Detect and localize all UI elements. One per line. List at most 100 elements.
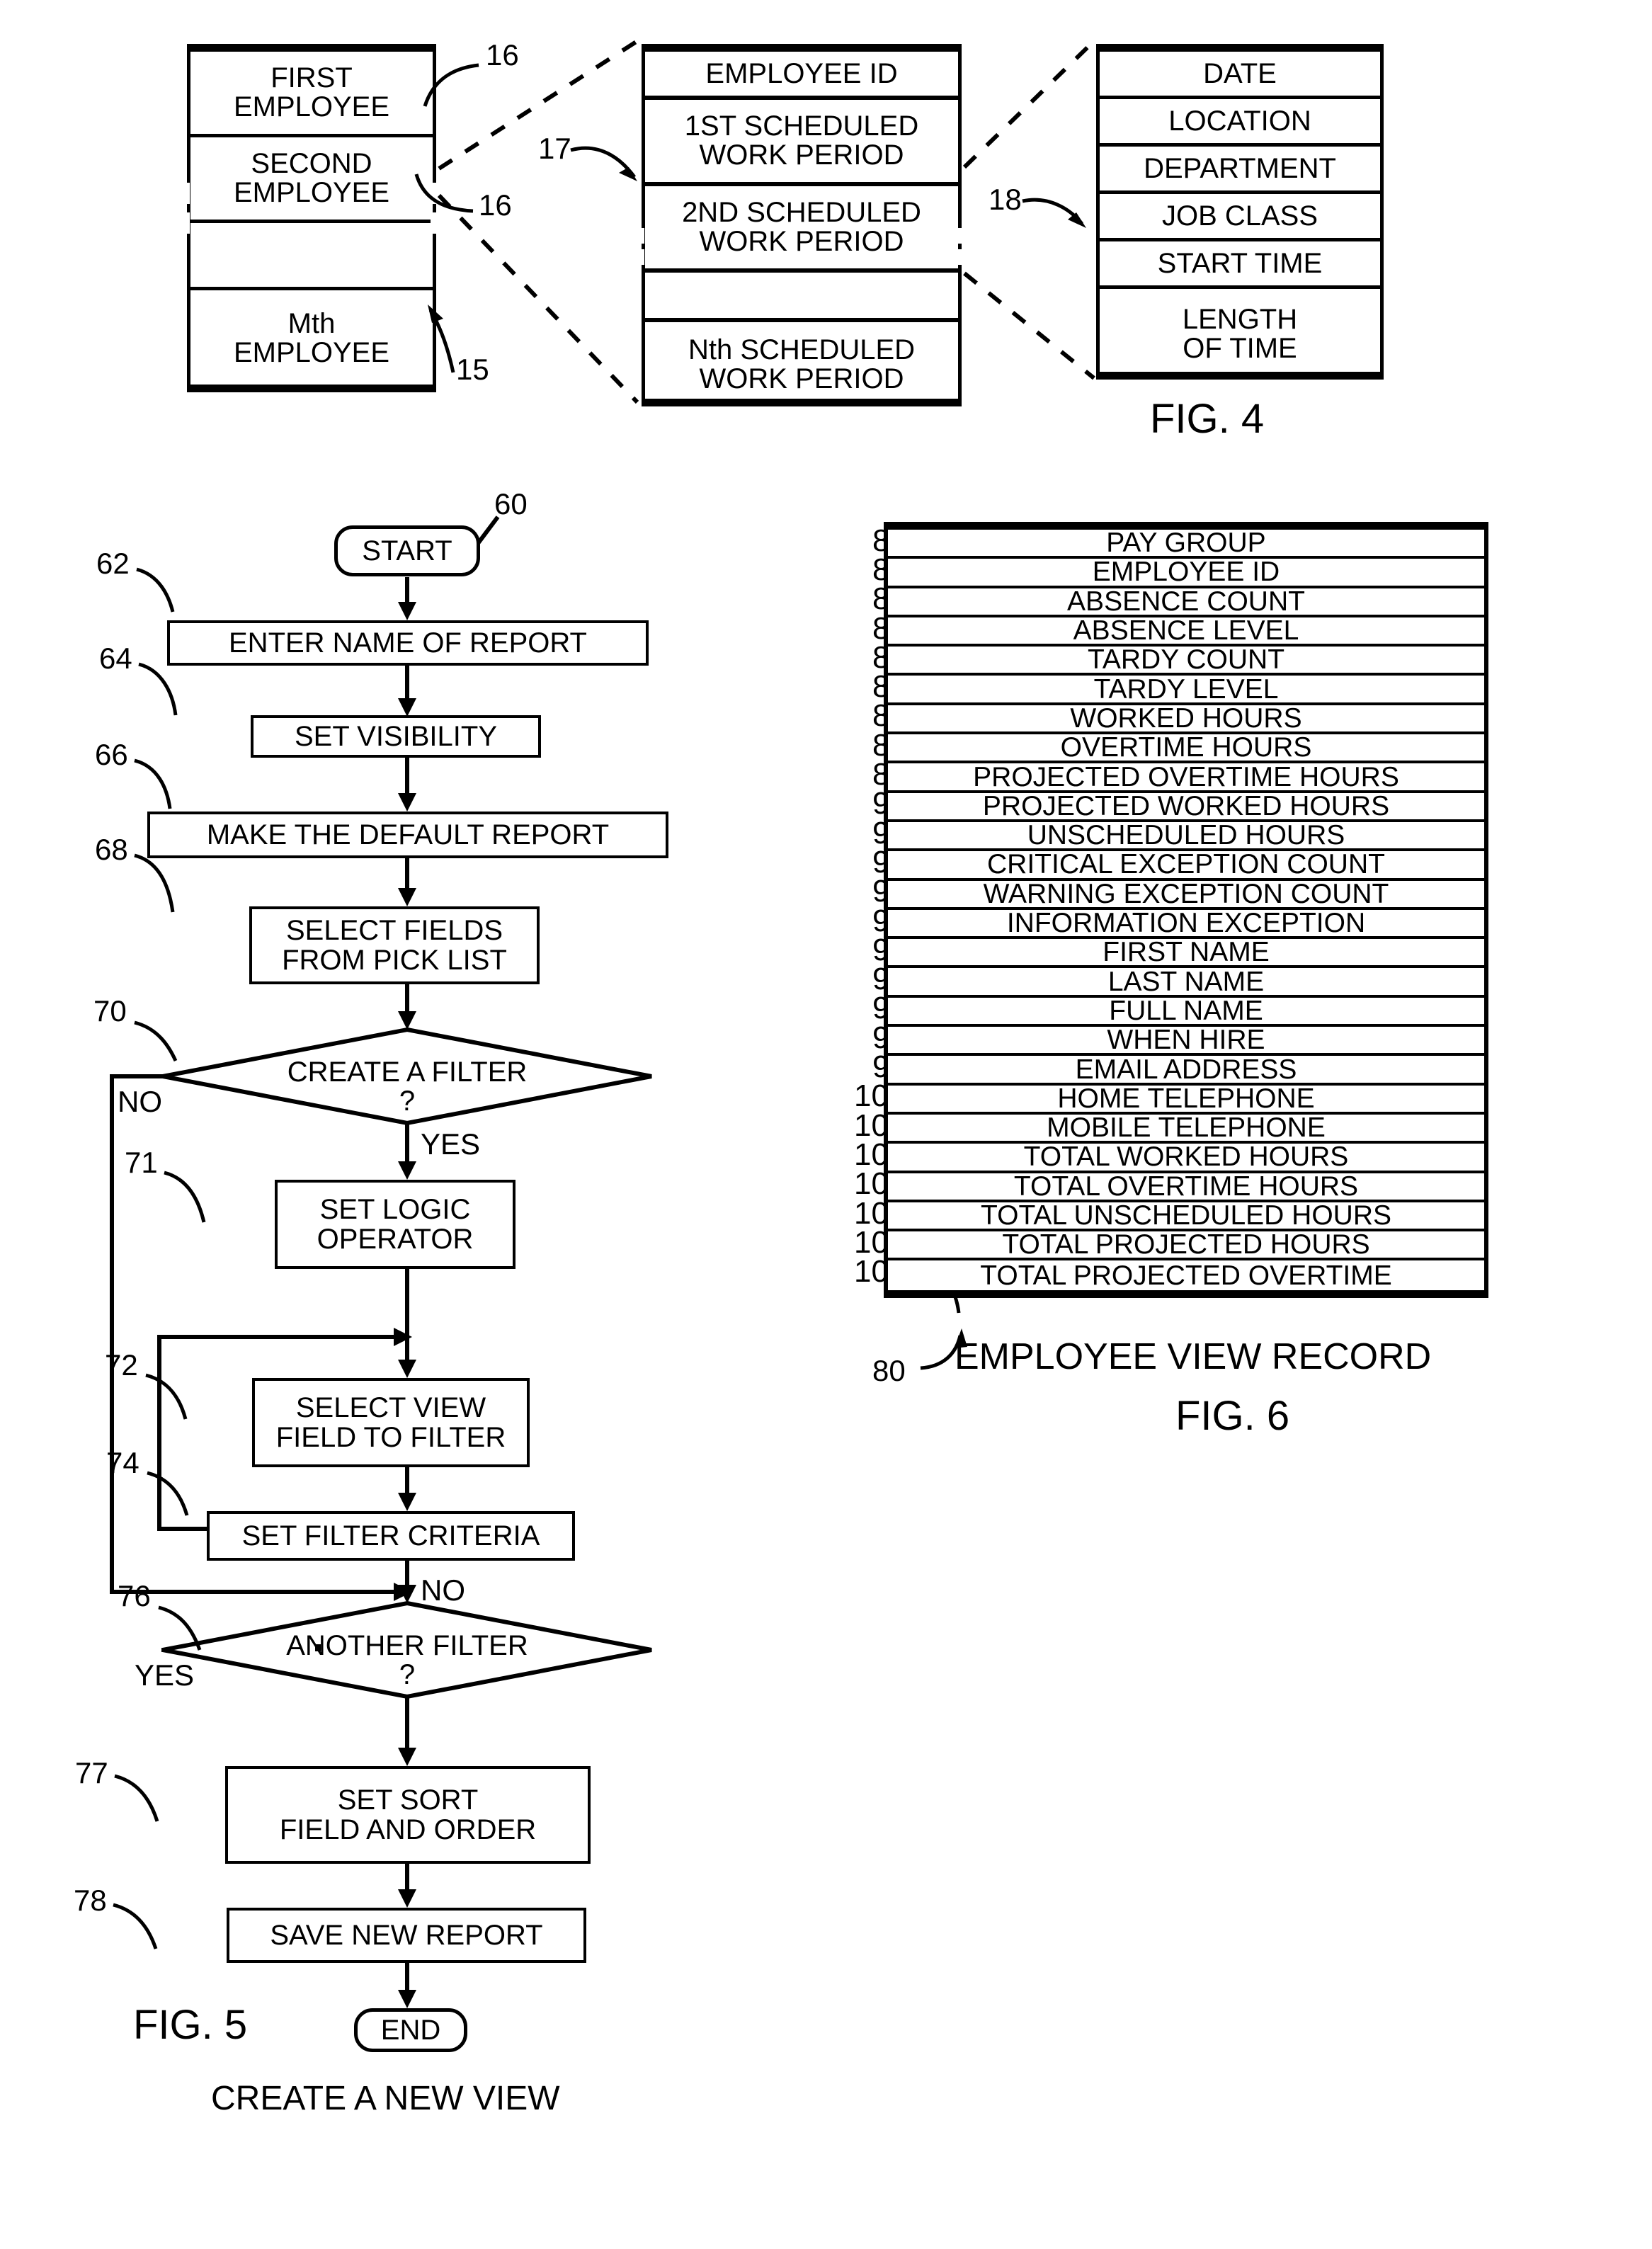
fig6-field-label: TOTAL OVERTIME HOURS	[1013, 1171, 1359, 1202]
fig5-step-set-logic-operator[interactable]: SET LOGIC OPERATOR	[275, 1180, 515, 1269]
fig4-ref-16-first: 16	[486, 38, 519, 72]
fig6-field-label: EMPLOYEE ID	[1092, 557, 1280, 588]
fig6-field-label: TARDY LEVEL	[1093, 673, 1279, 705]
fig6-field-label: FULL NAME	[1109, 995, 1263, 1026]
fig6-field-row[interactable]: ABSENCE LEVEL	[888, 617, 1484, 647]
fig6-field-label: LAST NAME	[1107, 966, 1265, 997]
fig6-field-row[interactable]: FIRST NAME	[888, 938, 1484, 969]
fig5-step-set-sort-field-and-order[interactable]: SET SORT FIELD AND ORDER	[225, 1766, 591, 1864]
fig6-field-row[interactable]: CRITICAL EXCEPTION COUNT	[888, 849, 1484, 881]
step-label-line-2: OPERATOR	[317, 1224, 474, 1255]
fig6-field-row[interactable]: MOBILE TELEPHONE	[888, 1114, 1484, 1144]
fig5-ref-74: 74	[106, 1446, 139, 1479]
fig5-ref-64: 64	[99, 642, 132, 675]
fig6-field-row[interactable]: TARDY COUNT	[888, 644, 1484, 676]
fig6-caption: FIG. 6	[1175, 1393, 1290, 1439]
step-label-line-1: SELECT FIELDS	[285, 914, 503, 946]
fig5-end-terminator: END	[354, 2008, 467, 2052]
fig6-field-row[interactable]: PAY GROUP	[888, 528, 1484, 559]
fig6-field-row[interactable]: WARNING EXCEPTION COUNT	[888, 878, 1484, 910]
fig6-field-label: WORKED HOURS	[1070, 702, 1302, 734]
fig6-field-label: HOME TELEPHONE	[1057, 1083, 1315, 1114]
step-label-line-1: SET LOGIC	[319, 1193, 471, 1225]
fig5-step-select-view-field-to-filter[interactable]: SELECT VIEW FIELD TO FILTER	[252, 1378, 530, 1467]
fig6-field-row[interactable]: HOME TELEPHONE	[888, 1083, 1484, 1115]
fig6-field-row[interactable]: TOTAL OVERTIME HOURS	[888, 1173, 1484, 1202]
fig5-step-enter-name-of-report[interactable]: ENTER NAME OF REPORT	[167, 620, 649, 666]
fig6-field-row[interactable]: TOTAL PROJECTED OVERTIME	[888, 1260, 1484, 1289]
fig6-field-row[interactable]: TARDY LEVEL	[888, 676, 1484, 705]
fig6-field-label: TOTAL PROJECTED OVERTIME	[980, 1260, 1392, 1291]
fig6-field-label: WARNING EXCEPTION COUNT	[983, 878, 1389, 909]
fig6-field-label: TOTAL WORKED HOURS	[1023, 1141, 1349, 1173]
fig6-field-row[interactable]: FULL NAME	[888, 995, 1484, 1027]
fig6-employee-view-record-table: PAY GROUP EMPLOYEE ID ABSENCE COUNT ABSENCE…	[884, 522, 1488, 1298]
fig5-loop-rail-stub	[315, 1644, 321, 1651]
fig5-ref-62: 62	[96, 547, 130, 580]
fig4-ref-18: 18	[989, 183, 1022, 216]
fig6-field-row[interactable]: WORKED HOURS	[888, 702, 1484, 735]
fig5-ref-66: 66	[95, 738, 128, 771]
fig5-step-set-visibility[interactable]: SET VISIBILITY	[251, 715, 541, 758]
step-label-line-2: FIELD TO FILTER	[275, 1422, 506, 1453]
fig5-ref-71: 71	[125, 1146, 158, 1179]
fig5-decision-76-no-label: NO	[421, 1573, 465, 1607]
fig4-ref-16-second: 16	[479, 188, 512, 222]
fig5-ref-70: 70	[93, 994, 127, 1027]
fig5-ref-72: 72	[105, 1348, 138, 1382]
fig5-decision-70-no-label: NO	[118, 1085, 162, 1118]
fig5-ref-68: 68	[95, 833, 128, 866]
fig6-field-label: TOTAL UNSCHEDULED HOURS	[980, 1200, 1392, 1231]
fig4-ref-17: 17	[538, 132, 571, 165]
fig6-record-title: EMPLOYEE VIEW RECORD	[955, 1336, 1432, 1377]
fig6-field-row[interactable]: ABSENCE COUNT	[888, 588, 1484, 617]
fig6-field-label: CRITICAL EXCEPTION COUNT	[987, 849, 1385, 880]
fig6-field-row[interactable]: WHEN HIRE	[888, 1026, 1484, 1057]
fig6-field-label: UNSCHEDULED HOURS	[1027, 820, 1345, 851]
fig4-caption: FIG. 4	[1150, 396, 1265, 442]
fig6-field-row[interactable]: EMPLOYEE ID	[888, 557, 1484, 588]
step-label: ENTER NAME OF REPORT	[229, 627, 587, 659]
fig5-step-select-fields-from-pick-list[interactable]: SELECT FIELDS FROM PICK LIST	[249, 906, 540, 984]
fig4-leader-lines	[414, 39, 1096, 404]
fig5-decision-another-filter[interactable]: ANOTHER FILTER ?	[251, 1630, 563, 1691]
fig5-ref-60: 60	[494, 487, 528, 520]
step-label-line-2: FIELD AND ORDER	[279, 1814, 537, 1845]
decision-label-line-1: ANOTHER FILTER	[286, 1630, 528, 1661]
fig6-field-row[interactable]: TOTAL WORKED HOURS	[888, 1141, 1484, 1173]
fig6-field-label: EMAIL ADDRESS	[1075, 1054, 1297, 1085]
fig6-field-label: PROJECTED WORKED HOURS	[982, 790, 1390, 821]
step-label-line-1: SET SORT	[337, 1784, 479, 1816]
fig6-field-row[interactable]: UNSCHEDULED HOURS	[888, 820, 1484, 852]
fig6-field-row[interactable]: TOTAL PROJECTED HOURS	[888, 1229, 1484, 1261]
fig6-field-label: PAY GROUP	[1106, 528, 1266, 559]
fig6-field-label: TARDY COUNT	[1087, 644, 1285, 676]
fig5-decision-70-yes-label: YES	[421, 1127, 481, 1161]
fig4-ref-15: 15	[456, 353, 489, 386]
fig5-decision-76-yes-label: YES	[135, 1658, 195, 1692]
fig6-field-row[interactable]: INFORMATION EXCEPTION	[888, 909, 1484, 940]
fig6-ref-80: 80	[872, 1354, 906, 1387]
fig6-field-row[interactable]: PROJECTED WORKED HOURS	[888, 790, 1484, 822]
figure-6: 8182838485868788899091929394959697989910…	[779, 482, 1652, 2249]
fig6-field-row[interactable]: OVERTIME HOURS	[888, 732, 1484, 764]
figure-4: FIRST EMPLOYEE SECOND EMPLOYEE Mth EMPLO…	[0, 0, 1652, 453]
step-label: SET VISIBILITY	[294, 720, 498, 752]
fig6-field-label: OVERTIME HOURS	[1060, 732, 1312, 763]
step-label: MAKE THE DEFAULT REPORT	[206, 819, 610, 850]
step-label: SET FILTER CRITERIA	[241, 1520, 540, 1551]
fig6-field-label: PROJECTED OVERTIME HOURS	[973, 761, 1399, 792]
end-label: END	[380, 2014, 441, 2046]
fig6-field-row[interactable]: LAST NAME	[888, 966, 1484, 998]
fig5-ref-76: 76	[118, 1579, 151, 1612]
fig5-step-make-the-default-report[interactable]: MAKE THE DEFAULT REPORT	[147, 812, 668, 858]
fig5-subcaption: CREATE A NEW VIEW	[211, 2080, 560, 2117]
fig5-decision-create-a-filter[interactable]: CREATE A FILTER ?	[251, 1057, 563, 1117]
fig5-step-set-filter-criteria[interactable]: SET FILTER CRITERIA	[207, 1511, 575, 1561]
fig5-step-save-new-report[interactable]: SAVE NEW REPORT	[227, 1908, 586, 1963]
step-label: SAVE NEW REPORT	[270, 1919, 543, 1951]
fig6-field-row[interactable]: PROJECTED OVERTIME HOURS	[888, 761, 1484, 793]
fig6-field-row[interactable]: TOTAL UNSCHEDULED HOURS	[888, 1200, 1484, 1232]
fig6-field-row[interactable]: EMAIL ADDRESS	[888, 1054, 1484, 1086]
fig6-field-label: TOTAL PROJECTED HOURS	[1002, 1229, 1370, 1260]
